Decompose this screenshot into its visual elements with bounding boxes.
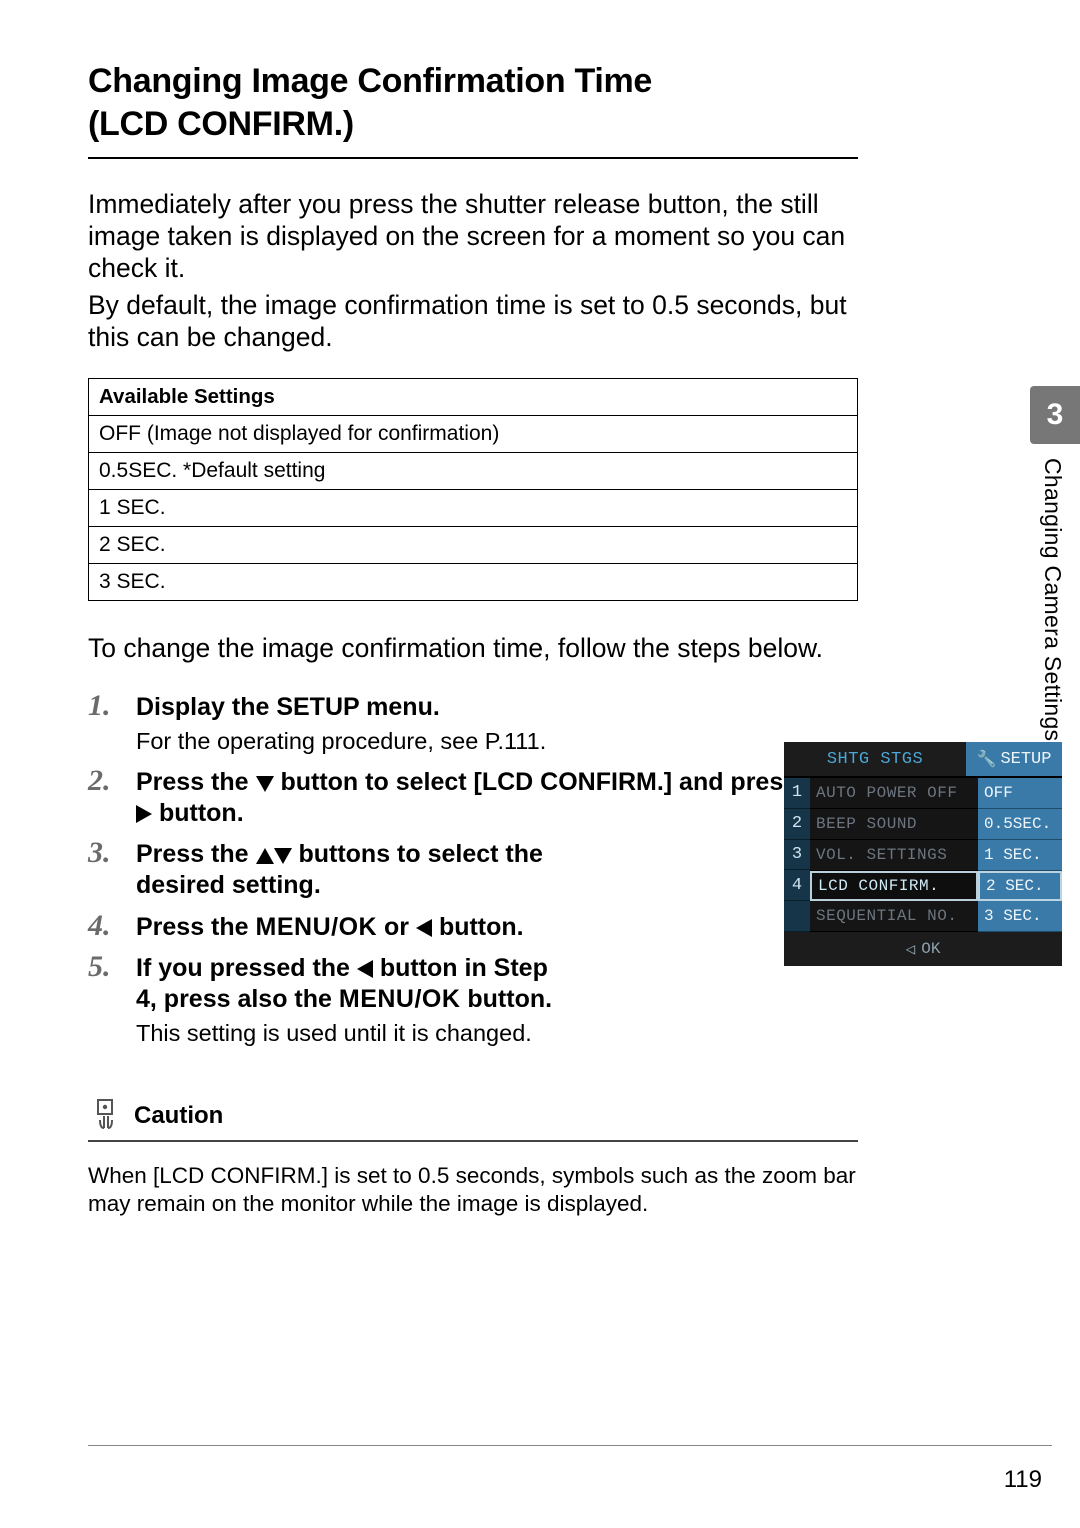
caution-icon — [88, 1098, 124, 1134]
page-number: 119 — [1004, 1466, 1042, 1494]
step-5-sub: This setting is used until it is changed… — [136, 1019, 858, 1048]
table-row: 1 SEC. — [89, 489, 858, 526]
intro-paragraph-2: By default, the image confirmation time … — [88, 290, 858, 354]
lcd-page: 4 — [784, 870, 810, 901]
available-settings-table: Available Settings OFF (Image not displa… — [88, 378, 858, 601]
left-arrow-icon — [357, 960, 373, 978]
lcd-page: 3 — [784, 840, 810, 871]
camera-lcd-screenshot: SHTG STGS 🔧SETUP 1 2 3 4 AUTO POWER OFF … — [784, 742, 1062, 962]
step-1-head: Display the SETUP menu. — [136, 692, 858, 723]
title-line2: (LCD CONFIRM.) — [88, 105, 354, 143]
lcd-menu-row: SEQUENTIAL NO. — [810, 901, 978, 932]
down-arrow-icon — [274, 848, 292, 864]
page-title: Changing Image Confirmation Time (LCD CO… — [88, 60, 858, 145]
step-4-head: Press the MENU/OK or button. — [136, 912, 556, 943]
chapter-label: Changing Camera Settings — [1039, 458, 1066, 741]
step-4: Press the MENU/OK or button. — [88, 912, 858, 943]
wrench-icon: 🔧 — [977, 749, 997, 769]
lcd-menu-row-selected: LCD CONFIRM. — [810, 871, 978, 901]
lcd-footer: ◁ OK — [784, 932, 1062, 966]
table-row: 3 SEC. — [89, 563, 858, 600]
table-row: 0.5SEC. *Default setting — [89, 452, 858, 489]
lcd-tab-shtg: SHTG STGS — [784, 742, 966, 776]
lcd-menu-row: BEEP SOUND — [810, 809, 978, 840]
lcd-option: 1 SEC. — [978, 840, 1062, 871]
step-2: Press the button to select [LCD CONFIRM.… — [88, 767, 858, 830]
step-3-head: Press the buttons to select the desired … — [136, 839, 556, 902]
lcd-option: 3 SEC. — [978, 901, 1062, 932]
lcd-menu-row: AUTO POWER OFF — [810, 778, 978, 809]
left-arrow-icon — [416, 919, 432, 937]
caution-box: Caution When [LCD CONFIRM.] is set to 0.… — [88, 1098, 858, 1218]
lcd-page — [784, 901, 810, 932]
lcd-option-selected: 2 SEC. — [978, 871, 1062, 901]
table-row: OFF (Image not displayed for confirmatio… — [89, 415, 858, 452]
left-triangle-icon: ◁ — [906, 939, 916, 959]
step-2-head: Press the button to select [LCD CONFIRM.… — [136, 767, 858, 830]
lcd-page: 1 — [784, 778, 810, 809]
caution-text: When [LCD CONFIRM.] is set to 0.5 second… — [88, 1162, 858, 1218]
lcd-option: OFF — [978, 778, 1062, 809]
title-line1: Changing Image Confirmation Time — [88, 62, 652, 100]
steps-list: Display the SETUP menu. For the operatin… — [88, 692, 858, 1049]
lcd-menu-row: VOL. SETTINGS — [810, 840, 978, 871]
up-arrow-icon — [256, 848, 274, 864]
intro-paragraph-1: Immediately after you press the shutter … — [88, 189, 858, 284]
step-1-sub: For the operating procedure, see P.111. — [136, 727, 858, 756]
chapter-tab: 3 — [1030, 386, 1080, 444]
lcd-tab-setup: 🔧SETUP — [966, 742, 1062, 776]
step-5: If you pressed the button in Step 4, pre… — [88, 953, 858, 1049]
right-arrow-icon — [136, 805, 152, 823]
footer-rule — [88, 1445, 1052, 1446]
steps-intro: To change the image confirmation time, f… — [88, 633, 858, 664]
lcd-option: 0.5SEC. — [978, 809, 1062, 840]
lcd-page: 2 — [784, 809, 810, 840]
step-3: Press the buttons to select the desired … — [88, 839, 858, 902]
step-5-head: If you pressed the button in Step 4, pre… — [136, 953, 556, 1016]
table-row: 2 SEC. — [89, 526, 858, 563]
caution-title: Caution — [134, 1102, 223, 1130]
step-1: Display the SETUP menu. For the operatin… — [88, 692, 858, 757]
title-rule — [88, 157, 858, 159]
table-header: Available Settings — [89, 378, 858, 415]
down-arrow-icon — [256, 776, 274, 792]
